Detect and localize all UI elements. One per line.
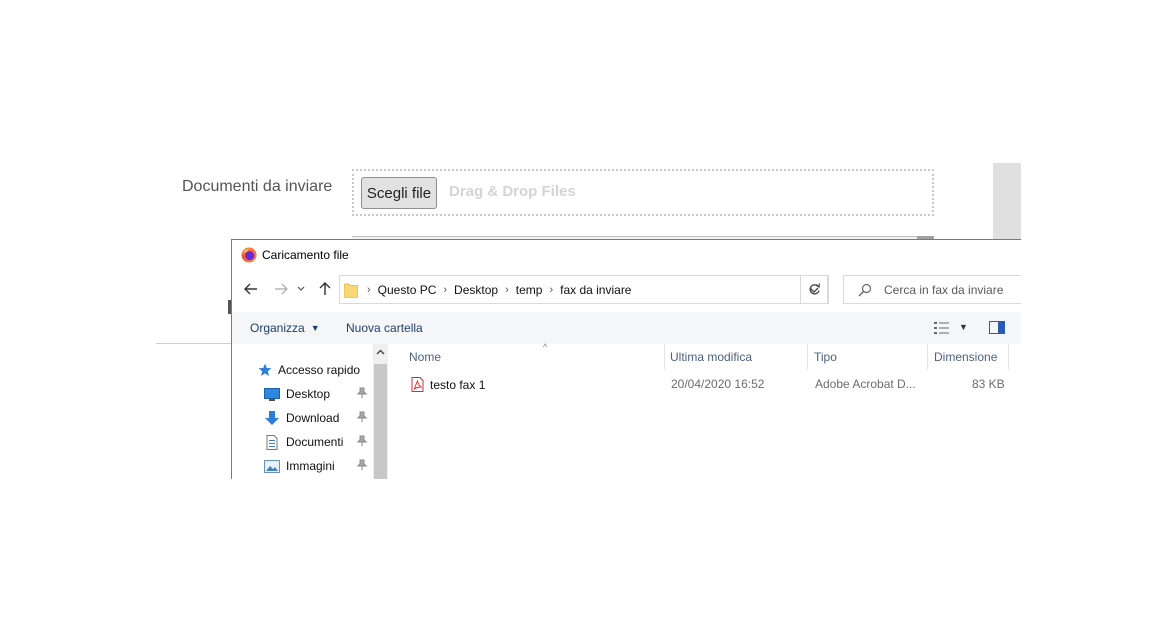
breadcrumb-temp[interactable]: temp <box>516 283 543 297</box>
document-icon <box>266 434 278 450</box>
nav-item-desktop[interactable]: Desktop <box>264 384 330 404</box>
caret-down-icon: ▼ <box>310 323 320 333</box>
chevron-right-icon: › <box>549 283 554 296</box>
file-type-cell: Adobe Acrobat D... <box>815 377 916 391</box>
star-icon <box>258 363 272 376</box>
chevron-right-icon: › <box>443 283 448 296</box>
back-button[interactable] <box>239 274 263 304</box>
search-icon <box>858 283 872 296</box>
command-bar: Organizza ▼ Nuova cartella ▼ <box>232 312 1021 344</box>
column-header-modified[interactable]: Ultima modifica <box>664 344 808 370</box>
dragdrop-hint: Drag & Drop Files <box>449 183 576 200</box>
refresh-button[interactable] <box>800 275 829 304</box>
folder-icon <box>344 283 358 298</box>
image-icon <box>264 459 280 473</box>
scroll-up-arrow-icon[interactable] <box>376 349 385 355</box>
search-placeholder: Cerca in fax da inviare <box>884 282 1004 297</box>
arrow-right-icon <box>275 283 288 295</box>
chevron-right-icon: › <box>367 283 371 296</box>
sort-ascending-icon: ^ <box>543 342 548 352</box>
column-header-size[interactable]: Dimensione <box>928 344 1009 370</box>
breadcrumb-fax-folder[interactable]: fax da inviare <box>560 283 631 297</box>
refresh-icon <box>809 283 821 295</box>
organize-menu[interactable]: Organizza ▼ <box>250 321 320 335</box>
column-header-type[interactable]: Tipo <box>808 344 928 370</box>
column-header-name[interactable]: Nome ^ <box>403 342 665 370</box>
pin-icon[interactable] <box>357 435 367 447</box>
chevron-right-icon: › <box>505 283 509 296</box>
page-side-panel <box>993 163 1021 241</box>
arrow-up-icon <box>319 282 331 295</box>
dialog-title: Caricamento file <box>262 248 349 262</box>
navigation-pane: Accesso rapido Desktop Download Document… <box>232 344 388 479</box>
view-dropdown-icon[interactable]: ▼ <box>959 322 968 332</box>
up-button[interactable] <box>313 274 337 304</box>
desktop-icon <box>264 387 280 401</box>
breadcrumb-this-pc[interactable]: Questo PC <box>378 283 437 297</box>
page-divider <box>156 343 232 344</box>
pin-icon[interactable] <box>357 411 367 423</box>
preview-pane-icon[interactable] <box>989 321 1005 334</box>
file-upload-dialog: Caricamento file › Questo PC › Desktop ›… <box>231 239 1021 479</box>
scrollbar-thumb[interactable] <box>374 364 387 479</box>
file-row[interactable]: testo fax 1 20/04/2020 16:52 Adobe Acrob… <box>388 374 1021 396</box>
nav-item-documents[interactable]: Documenti <box>264 432 343 452</box>
address-bar[interactable]: › Questo PC › Desktop › temp › fax da in… <box>339 275 828 304</box>
firefox-icon <box>241 247 257 263</box>
choose-file-button[interactable]: Scegli file <box>361 177 437 209</box>
pdf-icon <box>411 377 424 392</box>
forward-button[interactable] <box>269 274 293 304</box>
recent-locations-button[interactable] <box>293 274 309 304</box>
pin-icon[interactable] <box>357 387 367 399</box>
pin-icon[interactable] <box>357 459 367 471</box>
view-options-icon[interactable] <box>933 321 951 335</box>
nav-item-images[interactable]: Immagini <box>264 456 335 476</box>
download-arrow-icon <box>265 410 279 425</box>
nav-pane-scrollbar[interactable] <box>373 344 388 479</box>
dialog-titlebar[interactable]: Caricamento file <box>232 240 1021 270</box>
chevron-down-icon <box>297 286 305 291</box>
file-dropzone[interactable]: Scegli file Drag & Drop Files <box>352 169 934 216</box>
new-folder-button[interactable]: Nuova cartella <box>346 321 423 335</box>
file-list-header: Nome ^ Ultima modifica Tipo Dimensione <box>388 342 1021 370</box>
file-modified-cell: 20/04/2020 16:52 <box>671 377 765 391</box>
breadcrumb-desktop[interactable]: Desktop <box>454 283 498 297</box>
form-label-documents: Documenti da inviare <box>182 178 333 195</box>
search-box[interactable]: Cerca in fax da inviare <box>843 275 1021 304</box>
file-name-cell: testo fax 1 <box>411 377 485 392</box>
file-size-cell: 83 KB <box>972 377 1005 391</box>
arrow-left-icon <box>244 283 257 295</box>
navigation-bar: › Questo PC › Desktop › temp › fax da in… <box>232 274 1021 306</box>
nav-item-quick-access[interactable]: Accesso rapido <box>258 360 360 380</box>
nav-item-download[interactable]: Download <box>264 408 339 428</box>
